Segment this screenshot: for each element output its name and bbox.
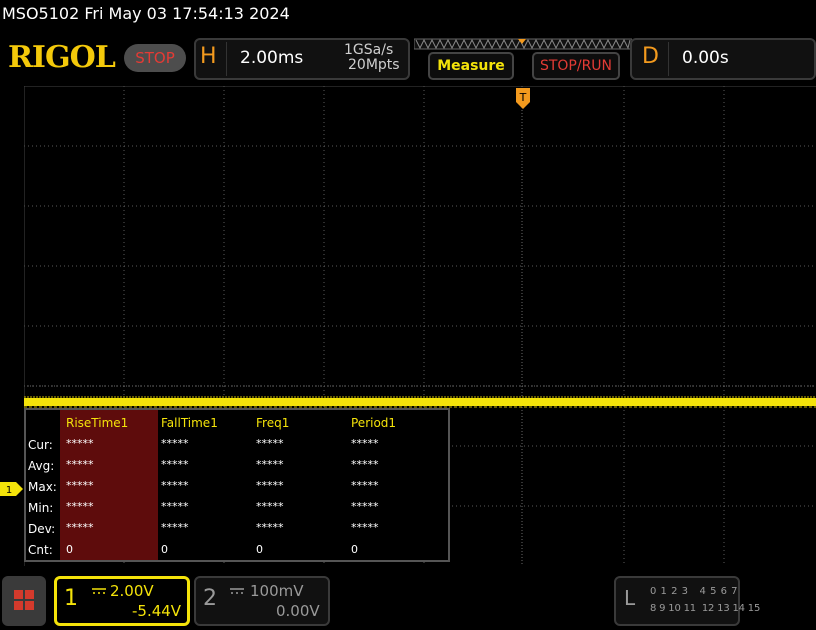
ch1-vertical-offset: -5.44V	[132, 602, 182, 620]
meas-cell: *****	[256, 521, 284, 534]
meas-cell: *****	[161, 479, 189, 492]
ch2-number: 2	[203, 586, 217, 611]
meas-cell: 0	[351, 543, 358, 556]
ch1-trace	[24, 398, 816, 406]
meas-cell: *****	[161, 500, 189, 513]
meas-cell: *****	[66, 479, 94, 492]
meas-cell: *****	[351, 479, 379, 492]
menu-grid-icon	[14, 590, 34, 610]
meas-cell: 0	[161, 543, 168, 556]
meas-cell: *****	[256, 500, 284, 513]
digital-channels-row2: 8 9 10 11 12 13 14 15	[650, 603, 761, 614]
meas-header[interactable]: RiseTime1	[66, 416, 128, 430]
ch1-ground-marker[interactable]: 1	[0, 482, 24, 496]
ch1-vertical-scale: 2.00V	[110, 582, 154, 600]
ch2-vertical-scale: 100mV	[250, 582, 304, 600]
meas-cell: *****	[66, 500, 94, 513]
meas-cell: 0	[256, 543, 263, 556]
meas-cell: *****	[66, 458, 94, 471]
meas-header[interactable]: Period1	[351, 416, 396, 430]
meas-cell: *****	[66, 437, 94, 450]
delay-divider	[668, 42, 669, 76]
rigol-logo: RIGOL	[8, 40, 116, 75]
window-title: MSO5102 Fri May 03 17:54:13 2024	[2, 4, 290, 23]
logic-analyzer-label: L	[624, 586, 636, 610]
meas-cell: *****	[66, 521, 94, 534]
horizontal-label: H	[200, 44, 217, 69]
meas-cell: *****	[161, 458, 189, 471]
delay-value: 0.00s	[682, 48, 729, 68]
delay-label: D	[642, 44, 659, 69]
meas-cell: *****	[351, 500, 379, 513]
digital-channels-row1: 0 1 2 3 4 5 6 7	[650, 586, 739, 597]
meas-cell: *****	[351, 521, 379, 534]
meas-cell: *****	[351, 458, 379, 471]
dc-coupling-icon	[230, 588, 244, 594]
meas-cell: 0	[66, 543, 73, 556]
sample-rate: 1GSa/s	[344, 42, 394, 58]
trigger-position-marker[interactable]: T	[516, 88, 530, 110]
ch1-number: 1	[64, 586, 78, 611]
meas-cell: *****	[256, 479, 284, 492]
trigger-marker-label: T	[519, 91, 527, 104]
meas-cell: *****	[351, 437, 379, 450]
meas-header[interactable]: FallTime1	[161, 416, 218, 430]
measure-button[interactable]: Measure	[428, 52, 514, 80]
meas-row-label: Max:	[28, 480, 57, 494]
meas-row-label: Min:	[28, 501, 54, 515]
dc-coupling-icon	[92, 588, 106, 594]
timebase-value: 2.00ms	[240, 48, 304, 68]
meas-cell: *****	[161, 521, 189, 534]
meas-cell: *****	[256, 437, 284, 450]
run-state-badge[interactable]: STOP	[124, 44, 186, 72]
memory-position-bar	[414, 38, 632, 50]
stop-run-button[interactable]: STOP/RUN	[532, 52, 620, 80]
meas-row-label: Cnt:	[28, 543, 53, 557]
meas-cell: *****	[256, 458, 284, 471]
meas-cell: *****	[161, 437, 189, 450]
meas-row-label: Cur:	[28, 438, 53, 452]
memory-depth: 20Mpts	[348, 57, 400, 73]
main-menu-button[interactable]	[2, 576, 46, 626]
ch1-marker-label: 1	[6, 485, 12, 496]
meas-row-label: Dev:	[28, 522, 56, 536]
ch2-vertical-offset: 0.00V	[276, 602, 320, 620]
meas-header[interactable]: Freq1	[256, 416, 289, 430]
meas-row-label: Avg:	[28, 459, 55, 473]
horizontal-divider	[226, 42, 227, 76]
